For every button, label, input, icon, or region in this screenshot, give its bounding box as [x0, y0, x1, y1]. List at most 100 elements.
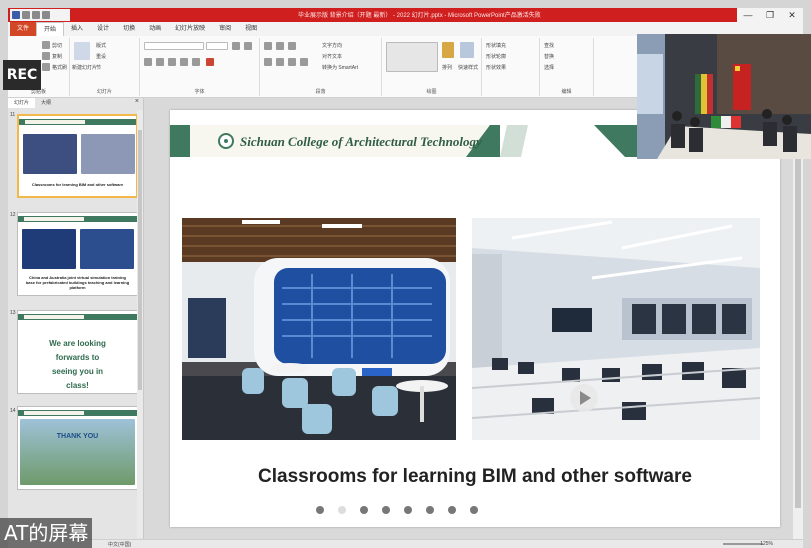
tab-design[interactable]: 设计: [90, 22, 116, 36]
editor-scroll-thumb[interactable]: [795, 128, 801, 508]
tab-outline[interactable]: 大纲: [35, 98, 57, 108]
align-center-icon[interactable]: [276, 58, 284, 66]
shadow-icon[interactable]: [192, 58, 200, 66]
slides-panel: 幻灯片 大纲 × 11 Classrooms for learning BIM …: [8, 98, 144, 539]
editor-scrollbar[interactable]: [793, 98, 803, 539]
redo-icon[interactable]: [32, 11, 40, 19]
classroom-photo-computer-lab: [472, 218, 760, 440]
carousel-dot[interactable]: [470, 506, 478, 514]
carousel-dot[interactable]: [382, 506, 390, 514]
bold-icon[interactable]: [144, 58, 152, 66]
tab-slideshow[interactable]: 幻灯片放映: [168, 22, 212, 36]
banner-stripe: [500, 125, 528, 157]
underline-icon[interactable]: [168, 58, 176, 66]
tab-transitions[interactable]: 切换: [116, 22, 142, 36]
carousel-dot[interactable]: [316, 506, 324, 514]
thumbnail-photo-right: [80, 229, 134, 269]
shrink-font-icon[interactable]: [244, 42, 252, 50]
reset-button[interactable]: 重设: [96, 53, 106, 60]
thumbnail-header-band: [18, 314, 137, 320]
carousel-dot[interactable]: [338, 506, 346, 514]
tab-home[interactable]: 开始: [36, 22, 65, 36]
language-status: 中文(中国): [108, 542, 132, 548]
copy-icon[interactable]: [42, 52, 50, 60]
slide-thumbnail-13[interactable]: We are looking forwards to seeing you in…: [17, 310, 138, 394]
save-icon[interactable]: [12, 11, 20, 19]
tab-insert[interactable]: 插入: [64, 22, 90, 36]
shape-outline-button[interactable]: 形状轮廓: [486, 53, 506, 60]
customize-icon[interactable]: [42, 11, 50, 19]
recording-badge: REC: [3, 60, 41, 90]
quick-styles-icon[interactable]: [460, 42, 474, 58]
minimize-button[interactable]: —: [737, 8, 759, 22]
new-slide-icon[interactable]: [74, 42, 90, 60]
thumbnail-number: 12: [10, 212, 16, 218]
tab-view[interactable]: 视图: [238, 22, 264, 36]
layout-button[interactable]: 版式: [96, 42, 106, 49]
new-slide-label[interactable]: 新建幻灯片: [72, 64, 97, 71]
tab-animations[interactable]: 动画: [142, 22, 168, 36]
select-button[interactable]: 选择: [544, 64, 554, 71]
paragraph-group: 文字方向 对齐文本 转换为 SmartArt 段落: [260, 38, 382, 96]
status-bar: 中文(中国) 125%: [8, 539, 803, 548]
zoom-slider[interactable]: [723, 543, 763, 545]
justify-icon[interactable]: [300, 58, 308, 66]
cut-label[interactable]: 剪切: [52, 42, 62, 49]
font-color-icon[interactable]: [206, 58, 214, 66]
format-painter-label[interactable]: 格式刷: [52, 64, 67, 71]
strikethrough-icon[interactable]: [180, 58, 188, 66]
panel-tabs: 幻灯片 大纲: [8, 98, 144, 108]
indent-icon[interactable]: [288, 42, 296, 50]
shape-fill-button[interactable]: 形状填充: [486, 42, 506, 49]
undo-icon[interactable]: [22, 11, 30, 19]
smartart-button[interactable]: 转换为 SmartArt: [322, 64, 358, 71]
format-painter-icon[interactable]: [42, 63, 50, 71]
carousel-dot[interactable]: [426, 506, 434, 514]
tab-review[interactable]: 审阅: [212, 22, 238, 36]
zoom-level[interactable]: 125%: [760, 541, 773, 547]
panel-close-icon[interactable]: ×: [135, 98, 139, 105]
font-group: 字体: [140, 38, 260, 96]
arrange-button[interactable]: 排列: [442, 64, 452, 71]
shapes-gallery[interactable]: [386, 42, 438, 72]
slide-thumbnail-14[interactable]: THANK YOU: [17, 406, 138, 490]
carousel-dot[interactable]: [404, 506, 412, 514]
bullets-icon[interactable]: [264, 42, 272, 50]
section-button[interactable]: 节: [96, 64, 101, 71]
align-text-button[interactable]: 对齐文本: [322, 53, 342, 60]
font-size-select[interactable]: [206, 42, 228, 50]
current-slide[interactable]: Sichuan College of Architectural Technol…: [170, 110, 780, 527]
slide-thumbnail-12[interactable]: China and Australia joint virtual simula…: [17, 212, 138, 296]
carousel-dot[interactable]: [448, 506, 456, 514]
quick-styles-button[interactable]: 快速样式: [458, 64, 478, 71]
editing-group: 查找 替换 选择 编辑: [540, 38, 594, 96]
italic-icon[interactable]: [156, 58, 164, 66]
align-left-icon[interactable]: [264, 58, 272, 66]
replace-button[interactable]: 替换: [544, 53, 554, 60]
thumbnail-photo: [20, 419, 135, 485]
slide-caption: Classrooms for learning BIM and other so…: [258, 466, 692, 487]
shape-effects-button[interactable]: 形状效果: [486, 64, 506, 71]
cut-icon[interactable]: [42, 41, 50, 49]
close-button[interactable]: ✕: [781, 8, 803, 22]
find-button[interactable]: 查找: [544, 42, 554, 49]
panel-scroll-thumb[interactable]: [138, 130, 142, 390]
font-group-label: 字体: [194, 89, 205, 95]
slide-thumbnail-11[interactable]: Classrooms for learning BIM and other so…: [17, 114, 138, 198]
college-logo-icon: [218, 133, 234, 149]
thumbnail-caption: China and Australia joint virtual simula…: [25, 275, 130, 290]
align-right-icon[interactable]: [288, 58, 296, 66]
arrange-icon[interactable]: [442, 42, 454, 58]
text-direction-button[interactable]: 文字方向: [322, 42, 342, 49]
window-controls: — ❐ ✕: [737, 8, 803, 22]
copy-label[interactable]: 复制: [52, 53, 62, 60]
panel-scrollbar[interactable]: [137, 110, 143, 538]
thumbnail-photo-right: [81, 134, 135, 174]
carousel-dot[interactable]: [360, 506, 368, 514]
numbering-icon[interactable]: [276, 42, 284, 50]
grow-font-icon[interactable]: [232, 42, 240, 50]
tab-slides[interactable]: 幻灯片: [8, 98, 36, 108]
tab-file[interactable]: 文件: [10, 22, 37, 36]
maximize-button[interactable]: ❐: [759, 8, 781, 22]
font-name-select[interactable]: [144, 42, 204, 50]
